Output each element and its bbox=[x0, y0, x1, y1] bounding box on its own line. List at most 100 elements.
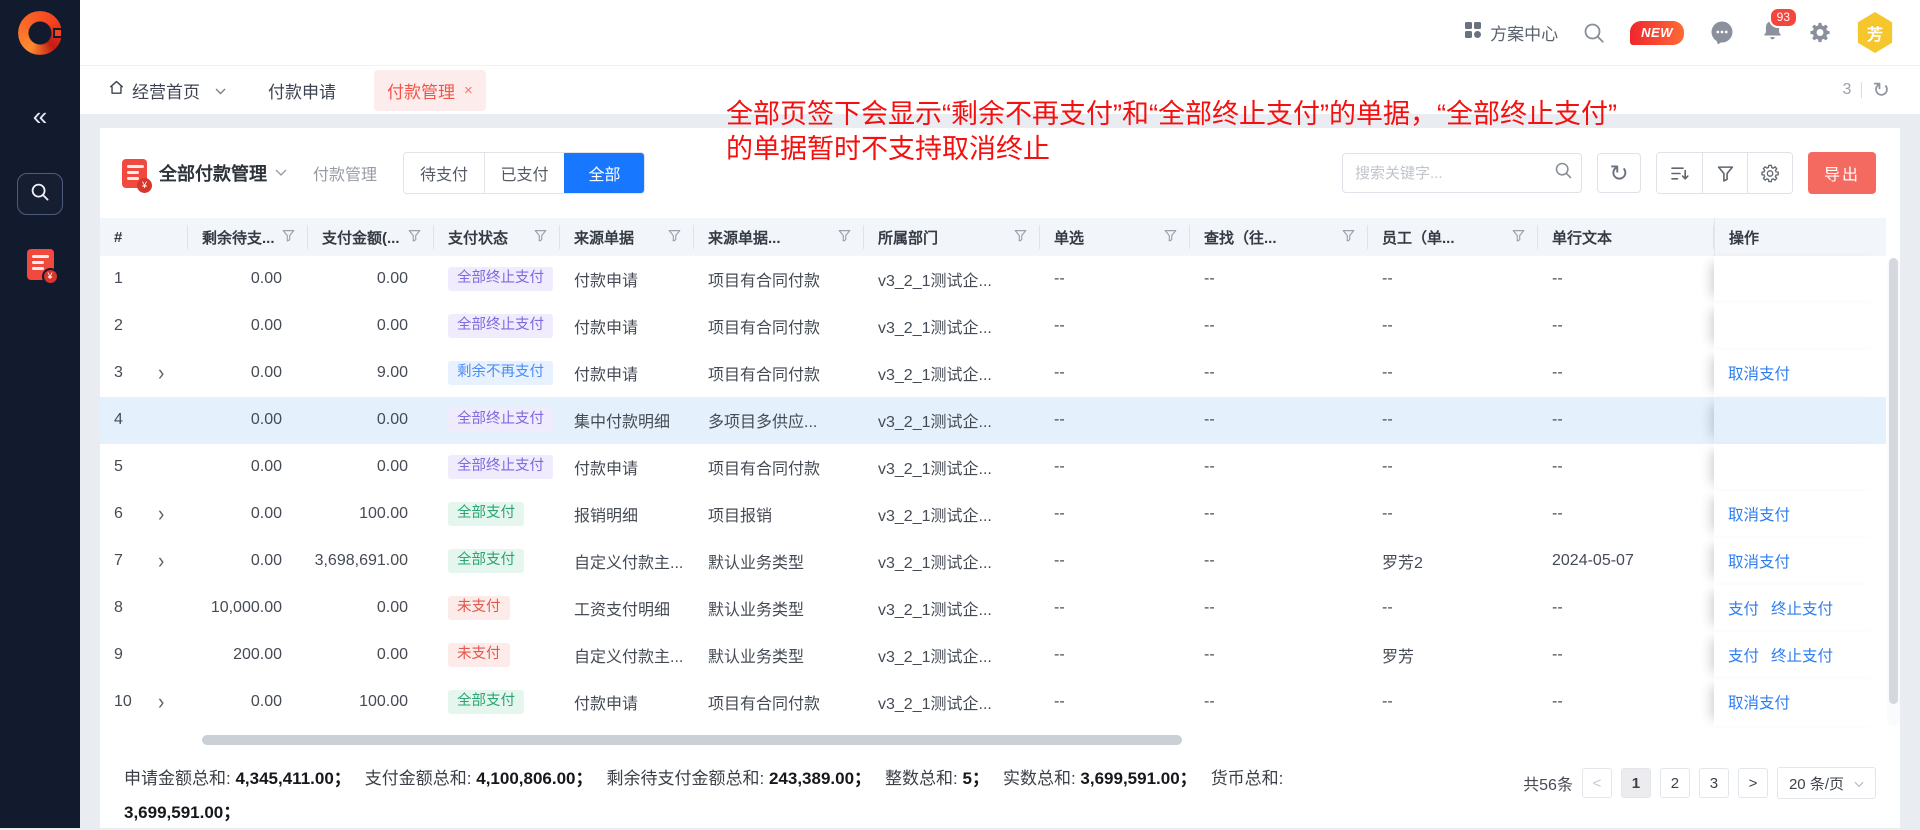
column-header-lookup[interactable]: 查找（往... bbox=[1190, 225, 1368, 249]
column-header-status[interactable]: 支付状态 bbox=[434, 225, 560, 249]
collapse-sidebar-icon[interactable]: « bbox=[33, 103, 47, 129]
sidebar-search-button[interactable] bbox=[17, 173, 63, 215]
expand-row-icon[interactable]: › bbox=[158, 691, 164, 713]
brand-logo-icon[interactable] bbox=[18, 11, 62, 55]
column-header-radio[interactable]: 单选 bbox=[1040, 225, 1190, 249]
cell-lookup: -- bbox=[1190, 585, 1368, 632]
row-number: 2 bbox=[114, 317, 136, 335]
tab-payment-request[interactable]: 付款申请 bbox=[268, 78, 336, 103]
action-link-终止支付[interactable]: 终止支付 bbox=[1771, 597, 1833, 619]
list-toolbar: ¥ 全部付款管理 付款管理 待支付已支付全部 ↻ bbox=[100, 128, 1900, 194]
user-avatar[interactable]: 芳 bbox=[1856, 12, 1894, 53]
expand-row-icon[interactable]: › bbox=[158, 362, 164, 384]
export-button[interactable]: 导出 bbox=[1808, 152, 1876, 194]
cell-num: 3› bbox=[100, 350, 188, 397]
cell-amount: 0.00 bbox=[308, 397, 434, 444]
column-header-source_type[interactable]: 来源单据... bbox=[694, 225, 864, 249]
column-header-amount[interactable]: 支付金额(... bbox=[308, 225, 434, 249]
column-header-employee[interactable]: 员工（单... bbox=[1368, 225, 1538, 249]
filter-icon[interactable] bbox=[1014, 229, 1027, 246]
breadcrumb-home[interactable]: 经营首页 bbox=[108, 78, 226, 103]
page-3[interactable]: 3 bbox=[1699, 768, 1729, 798]
segment-已支付[interactable]: 已支付 bbox=[484, 153, 564, 193]
messages-button[interactable] bbox=[1708, 19, 1736, 47]
cell-num: 6› bbox=[100, 491, 188, 538]
scheme-center-button[interactable]: 方案中心 bbox=[1464, 20, 1558, 45]
table-row[interactable]: 50.000.00全部终止支付付款申请项目有合同付款v3_2_1测试企...--… bbox=[100, 444, 1886, 491]
search-icon[interactable] bbox=[1554, 161, 1573, 185]
summary-label: 支付金额总和: bbox=[365, 769, 476, 788]
notifications-button[interactable]: 93 bbox=[1760, 18, 1785, 48]
horizontal-scrollbar-thumb[interactable] bbox=[202, 735, 1182, 745]
column-header-remaining[interactable]: 剩余待支... bbox=[188, 225, 308, 249]
vertical-scrollbar[interactable] bbox=[1887, 258, 1900, 726]
chevron-down-icon bbox=[215, 80, 226, 100]
status-badge: 全部终止支付 bbox=[448, 314, 553, 338]
cell-source_type: 默认业务类型 bbox=[694, 632, 864, 679]
view-title[interactable]: 全部付款管理 bbox=[159, 160, 267, 186]
new-badge[interactable]: NEW bbox=[1630, 21, 1684, 45]
settings-button[interactable] bbox=[1809, 21, 1832, 44]
active-tab-label: 付款管理 bbox=[387, 78, 455, 103]
action-link-取消支付[interactable]: 取消支付 bbox=[1728, 691, 1790, 713]
column-header-source_doc[interactable]: 来源单据 bbox=[560, 225, 694, 249]
table-row[interactable]: 10›0.00100.00全部支付付款申请项目有合同付款v3_2_1测试企...… bbox=[100, 679, 1886, 726]
filter-icon[interactable] bbox=[408, 229, 421, 246]
cell-radio: -- bbox=[1040, 491, 1190, 538]
page-2[interactable]: 2 bbox=[1660, 768, 1690, 798]
filter-icon[interactable] bbox=[668, 229, 681, 246]
filter-icon[interactable] bbox=[282, 229, 295, 246]
filter-icon[interactable] bbox=[1164, 229, 1177, 246]
cell-status: 全部终止支付 bbox=[434, 256, 560, 303]
action-link-取消支付[interactable]: 取消支付 bbox=[1728, 503, 1790, 525]
filter-button[interactable] bbox=[1702, 153, 1747, 193]
action-link-支付[interactable]: 支付 bbox=[1728, 644, 1759, 666]
refresh-button[interactable]: ↻ bbox=[1597, 153, 1641, 193]
expand-row-icon[interactable]: › bbox=[158, 503, 164, 525]
chevron-down-icon[interactable] bbox=[275, 164, 287, 182]
next-page-button[interactable]: > bbox=[1738, 768, 1768, 798]
table-row[interactable]: 810,000.000.00未支付工资支付明细默认业务类型v3_2_1测试企..… bbox=[100, 585, 1886, 632]
refresh-icon[interactable]: ↻ bbox=[1872, 80, 1890, 101]
action-link-终止支付[interactable]: 终止支付 bbox=[1771, 644, 1833, 666]
table-row[interactable]: 6›0.00100.00全部支付报销明细项目报销v3_2_1测试企...----… bbox=[100, 491, 1886, 538]
cell-lookup: -- bbox=[1190, 632, 1368, 679]
vertical-scrollbar-thumb[interactable] bbox=[1889, 258, 1898, 704]
breadcrumb-row: 经营首页 付款申请 付款管理 × 3 ↻ bbox=[80, 66, 1920, 115]
table-row[interactable]: 20.000.00全部终止支付付款申请项目有合同付款v3_2_1测试企...--… bbox=[100, 303, 1886, 350]
cell-radio: -- bbox=[1040, 444, 1190, 491]
table-row[interactable]: 3›0.009.00剩余不再支付付款申请项目有合同付款v3_2_1测试企...-… bbox=[100, 350, 1886, 397]
filter-icon[interactable] bbox=[534, 229, 547, 246]
filter-icon[interactable] bbox=[1342, 229, 1355, 246]
action-link-取消支付[interactable]: 取消支付 bbox=[1728, 362, 1790, 384]
expand-row-icon[interactable]: › bbox=[158, 550, 164, 572]
table-row[interactable]: 7›0.003,698,691.00全部支付自定义付款主...默认业务类型v3_… bbox=[100, 538, 1886, 585]
sidebar-payment-report-button[interactable]: ¥ bbox=[27, 249, 54, 285]
tab-payment-management-active[interactable]: 付款管理 × bbox=[374, 70, 486, 111]
table-row[interactable]: 9200.000.00未支付自定义付款主...默认业务类型v3_2_1测试企..… bbox=[100, 632, 1886, 679]
filter-icon[interactable] bbox=[838, 229, 851, 246]
search-input[interactable] bbox=[1355, 165, 1554, 182]
cell-actions: 取消支付 bbox=[1714, 350, 1886, 397]
close-tab-icon[interactable]: × bbox=[464, 82, 473, 99]
action-link-支付[interactable]: 支付 bbox=[1728, 597, 1759, 619]
payments-table: #剩余待支...支付金额(...支付状态来源单据来源单据...所属部门单选查找（… bbox=[100, 218, 1900, 726]
cell-dept: v3_2_1测试企... bbox=[864, 538, 1040, 585]
column-label: 剩余待支... bbox=[202, 227, 275, 248]
cell-remaining: 0.00 bbox=[188, 256, 308, 303]
column-settings-button[interactable] bbox=[1747, 153, 1792, 193]
sort-button[interactable] bbox=[1657, 153, 1702, 193]
cell-radio: -- bbox=[1040, 397, 1190, 444]
action-link-取消支付[interactable]: 取消支付 bbox=[1728, 550, 1790, 572]
segment-待支付[interactable]: 待支付 bbox=[404, 153, 484, 193]
cell-text: 2024-05-07 bbox=[1538, 538, 1714, 585]
filter-icon[interactable] bbox=[1512, 229, 1525, 246]
page-size-select[interactable]: 20 条/页 bbox=[1777, 767, 1876, 799]
prev-page-button[interactable]: < bbox=[1582, 768, 1612, 798]
column-header-dept[interactable]: 所属部门 bbox=[864, 225, 1040, 249]
table-row[interactable]: 10.000.00全部终止支付付款申请项目有合同付款v3_2_1测试企...--… bbox=[100, 256, 1886, 303]
table-row[interactable]: 40.000.00全部终止支付集中付款明细多项目多供应...v3_2_1测试企.… bbox=[100, 397, 1886, 444]
page-1[interactable]: 1 bbox=[1621, 768, 1651, 798]
segment-全部[interactable]: 全部 bbox=[564, 153, 644, 193]
header-search-button[interactable] bbox=[1582, 21, 1606, 45]
